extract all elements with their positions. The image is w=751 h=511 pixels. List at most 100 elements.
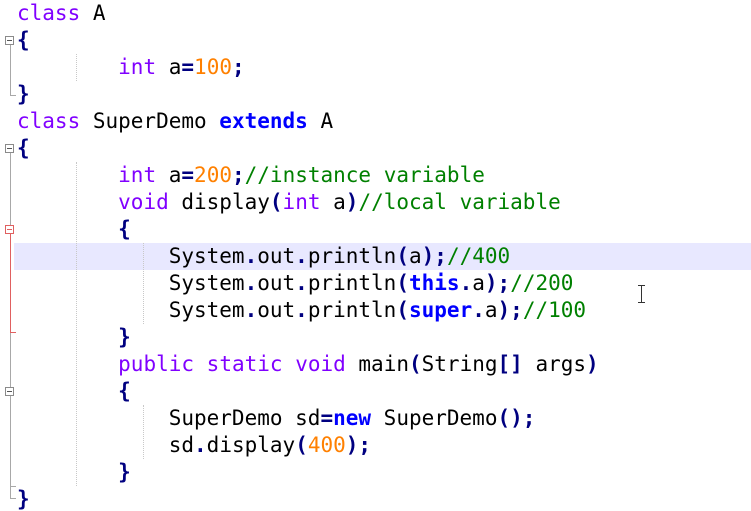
code-token: .	[244, 271, 258, 295]
code-token: String	[421, 352, 498, 376]
code-line[interactable]: }	[17, 324, 131, 351]
code-token: SuperDemo	[80, 109, 220, 133]
code-token: void	[118, 190, 169, 214]
code-token: );	[421, 244, 447, 268]
code-line[interactable]: {	[17, 378, 131, 405]
code-token: }	[118, 460, 131, 484]
code-token: );	[345, 433, 372, 457]
fold-collapse-icon[interactable]	[5, 144, 14, 153]
code-token: 100	[194, 55, 232, 79]
code-token: println	[307, 298, 397, 322]
code-line[interactable]: class SuperDemo extends A	[17, 108, 333, 135]
fold-end-marker	[10, 332, 16, 333]
code-token: {	[118, 379, 131, 403]
code-token: void	[295, 352, 346, 376]
code-token: a	[156, 55, 182, 79]
code-token: int	[118, 55, 157, 79]
code-line[interactable]: int a=200;//instance variable	[17, 162, 485, 189]
fold-collapse-icon[interactable]	[5, 387, 14, 396]
code-token: int	[282, 190, 321, 214]
code-token: int	[118, 163, 157, 187]
code-token: {	[17, 28, 30, 52]
code-token: .	[295, 298, 308, 322]
code-token: //400	[446, 244, 511, 268]
code-token: .	[459, 271, 473, 295]
code-token: (	[396, 271, 409, 295]
code-line[interactable]: {	[17, 216, 131, 243]
code-token: =	[320, 406, 334, 430]
code-token: out	[257, 298, 296, 322]
code-token: (	[396, 298, 409, 322]
code-token: (	[269, 190, 283, 214]
code-line[interactable]: public static void main(String[] args)	[17, 351, 599, 378]
code-token: this	[409, 271, 460, 295]
fold-end-marker	[10, 498, 16, 499]
code-line[interactable]: System.out.println(this.a);//200	[17, 270, 574, 297]
code-line[interactable]: void display(int a)//local variable	[17, 189, 561, 216]
code-token: SuperDemo	[371, 406, 498, 430]
code-token: =	[181, 163, 195, 187]
code-token: //200	[510, 271, 574, 295]
code-token: []	[497, 352, 523, 376]
code-token: //local variable	[358, 190, 561, 214]
code-token: args	[522, 352, 587, 376]
code-token: out	[257, 244, 296, 268]
code-token: }	[17, 82, 30, 106]
code-line[interactable]: class A	[17, 0, 106, 27]
code-token: .	[194, 433, 207, 457]
code-token: )	[586, 352, 599, 376]
code-line[interactable]: }	[17, 459, 131, 486]
code-token: display	[206, 433, 296, 457]
code-token: =	[181, 55, 195, 79]
code-line[interactable]: int a=100;	[17, 54, 245, 81]
fold-gutter-line	[10, 45, 11, 95]
code-token: println	[307, 271, 397, 295]
code-line[interactable]: System.out.println(a);//400	[17, 243, 510, 270]
code-token: )	[345, 190, 359, 214]
code-token: public	[118, 352, 195, 376]
code-token: a	[409, 244, 422, 268]
code-token: ;	[231, 163, 245, 187]
code-token: {	[118, 217, 131, 241]
code-line[interactable]: {	[17, 135, 30, 162]
code-line[interactable]: }	[17, 486, 30, 511]
code-token: (	[396, 244, 409, 268]
code-line[interactable]: }	[17, 81, 30, 108]
code-token: new	[333, 406, 372, 430]
code-token: System	[17, 298, 245, 322]
code-line[interactable]: {	[17, 27, 30, 54]
code-token: (	[295, 433, 308, 457]
code-token: );	[497, 298, 523, 322]
code-line[interactable]: sd.display(400);	[17, 432, 371, 459]
code-line[interactable]: System.out.println(super.a);//100	[17, 297, 586, 324]
code-token: .	[472, 298, 485, 322]
code-token: a	[156, 163, 182, 187]
code-token: class	[17, 1, 81, 25]
code-token: .	[295, 244, 308, 268]
text-cursor-icon	[637, 284, 647, 304]
code-token: display	[168, 190, 270, 214]
code-token: SuperDemo sd	[17, 406, 321, 430]
code-token: extends	[219, 109, 308, 133]
code-token: a	[472, 271, 485, 295]
fold-collapse-icon[interactable]	[5, 36, 14, 45]
fold-collapse-icon[interactable]	[5, 225, 14, 234]
code-token: a	[484, 298, 498, 322]
code-line[interactable]: SuperDemo sd=new SuperDemo();	[17, 405, 536, 432]
code-token: }	[17, 487, 30, 511]
code-token: );	[484, 271, 511, 295]
fold-end-marker	[10, 95, 16, 96]
code-token: a	[320, 190, 346, 214]
code-editor[interactable]: class A{ int a=100;} class SuperDemo exte…	[0, 0, 751, 511]
code-token: ;	[231, 55, 245, 79]
code-token: //instance variable	[244, 163, 485, 187]
code-token: class	[17, 109, 81, 133]
code-token: out	[257, 271, 296, 295]
